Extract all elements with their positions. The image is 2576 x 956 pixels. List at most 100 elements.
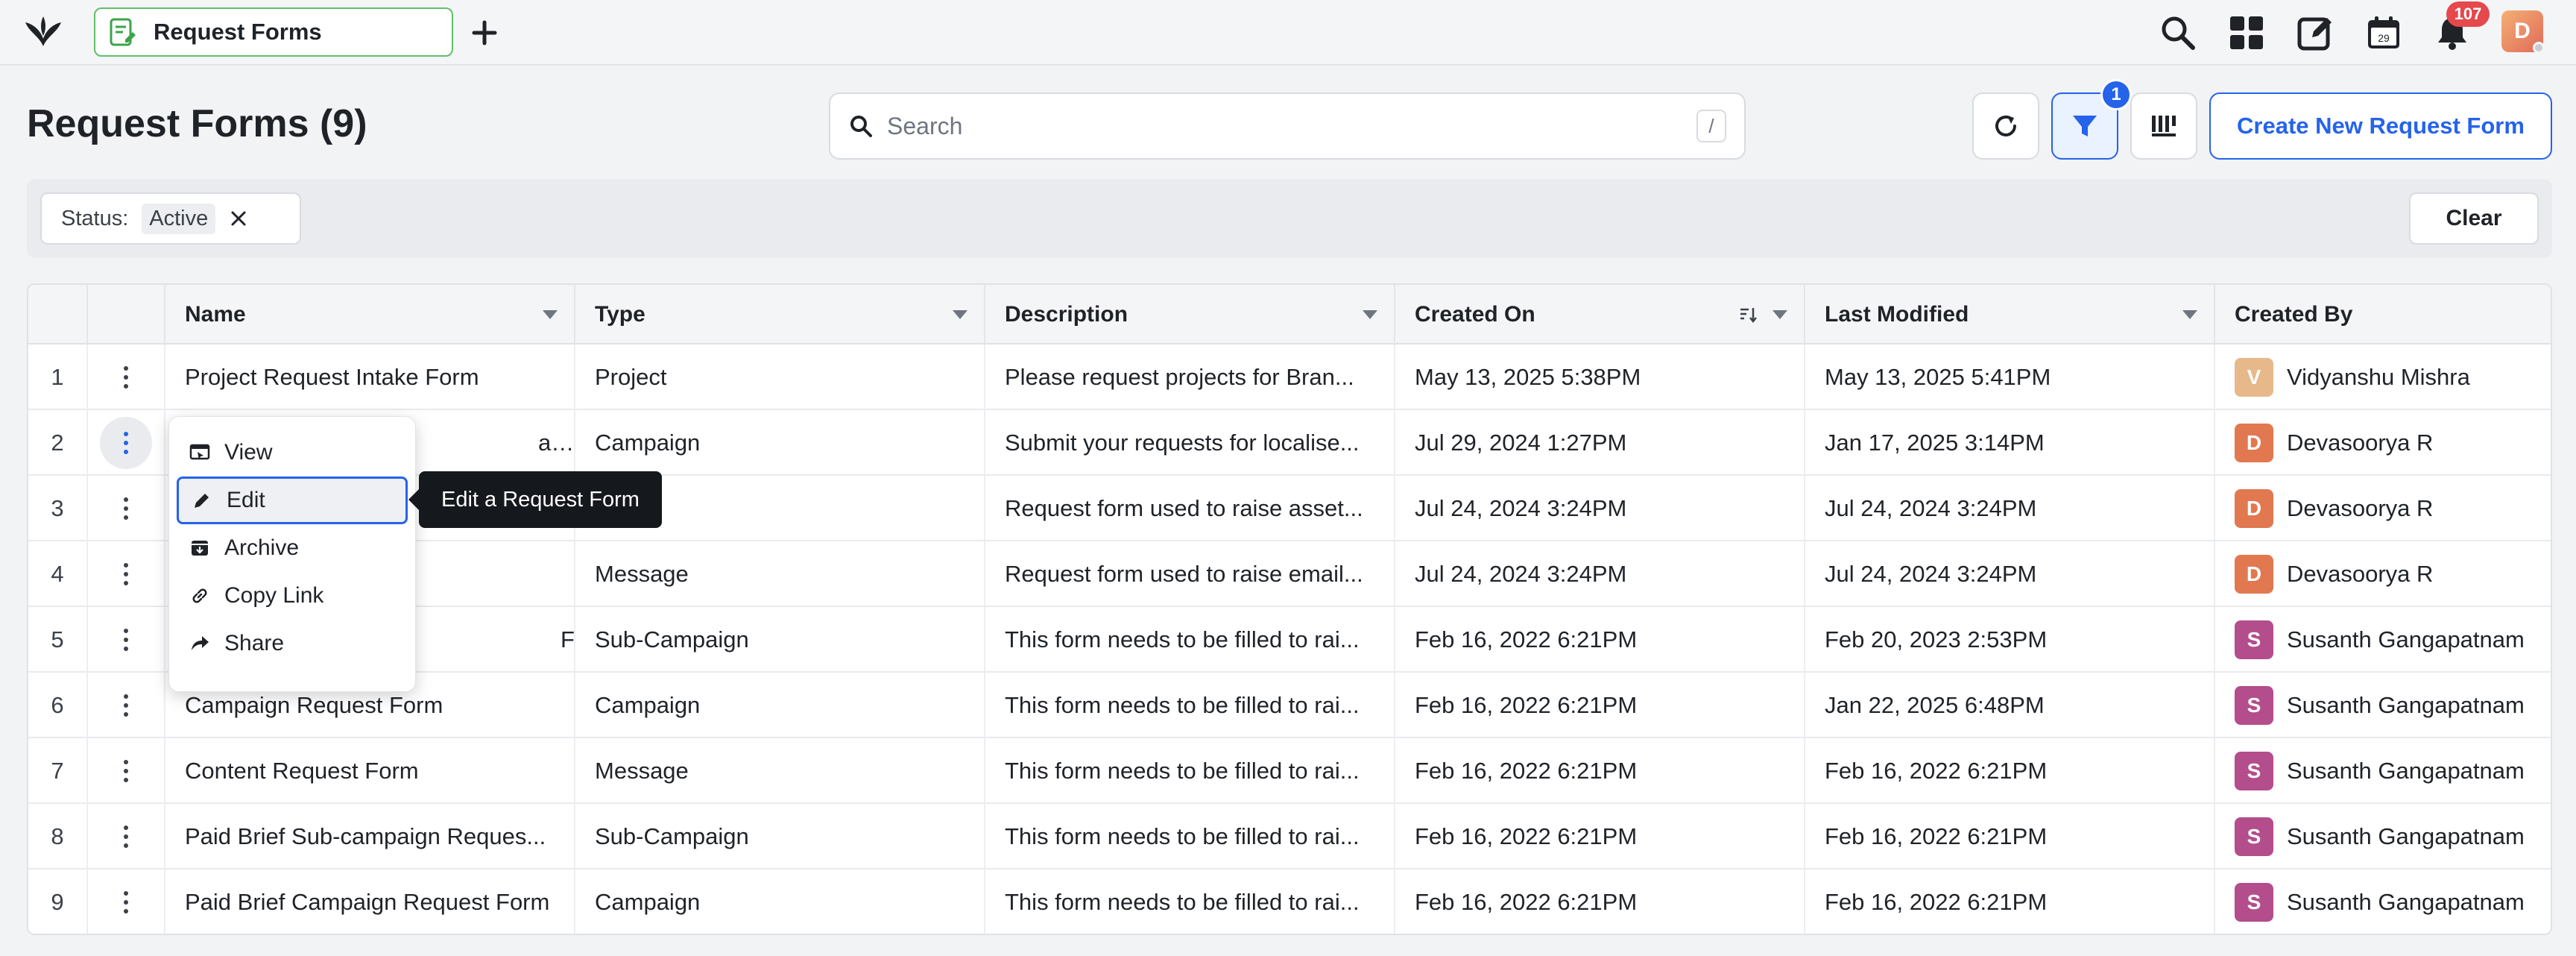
close-icon[interactable]: [229, 209, 248, 228]
cell-text: Feb 16, 2022 6:21PM: [1825, 889, 2048, 915]
cell-name: Paid Brief Campaign Request Form: [165, 869, 575, 934]
table-row[interactable]: 7 Content Request Form Message This form ne…: [28, 738, 2551, 804]
cell-text[interactable]: Content Request Form: [185, 758, 419, 784]
kebab-dot: [124, 900, 128, 905]
cell-num: 7: [28, 738, 88, 804]
table-row[interactable]: 1 Project Request Intake Form Project Pleas…: [28, 345, 2551, 410]
cell-text[interactable]: Project Request Intake Form: [185, 364, 479, 391]
cell-text[interactable]: ampaign: [538, 430, 574, 456]
search-icon[interactable]: [2159, 13, 2197, 52]
columns-button[interactable]: [2130, 92, 2197, 160]
kebab-dot: [124, 703, 128, 708]
menu-item-share[interactable]: Share: [177, 620, 408, 667]
kebab-menu-icon[interactable]: [111, 555, 141, 594]
cell-text[interactable]: Paid Brief Sub-campaign Reques...: [185, 823, 546, 850]
cell-created-by: S Susanth Gangapatnam: [2215, 673, 2551, 738]
search-input[interactable]: [887, 112, 1696, 140]
cell-created-on: Feb 16, 2022 6:21PM: [1395, 869, 1805, 934]
user-initial: D: [2514, 19, 2531, 43]
column-menu-icon[interactable]: [1363, 310, 1377, 319]
add-tab-icon[interactable]: [468, 16, 501, 49]
column-header-name[interactable]: Name: [165, 285, 575, 345]
cell-created-by: D Devasoorya R: [2215, 476, 2551, 541]
cell-description: This form needs to be filled to rai...: [985, 738, 1395, 804]
menu-item-label: Archive: [224, 535, 300, 560]
create-request-form-button[interactable]: Create New Request Form: [2209, 92, 2552, 160]
cell-text[interactable]: Form: [561, 626, 574, 653]
creator-name: Devasoorya R: [2287, 561, 2434, 587]
cell-text[interactable]: Paid Brief Campaign Request Form: [185, 889, 549, 916]
user-avatar[interactable]: D: [2501, 10, 2545, 54]
cell-created-on: Jul 29, 2024 1:27PM: [1395, 410, 1805, 476]
cell-text: Message: [595, 758, 689, 784]
app-logo-icon[interactable]: [22, 13, 64, 51]
cell-text: Request form used to raise asset...: [1005, 495, 1363, 521]
kebab-menu-icon[interactable]: [100, 417, 152, 469]
cell-text[interactable]: Campaign Request Form: [185, 692, 443, 719]
cell-description: This form needs to be filled to rai...: [985, 607, 1395, 673]
column-menu-icon[interactable]: [1772, 310, 1787, 319]
refresh-button[interactable]: [1972, 92, 2039, 160]
kebab-menu-icon[interactable]: [111, 358, 141, 397]
cell-num: 3: [28, 476, 88, 541]
kebab-dot: [124, 834, 128, 839]
column-header-type[interactable]: Type: [575, 285, 985, 345]
kebab-menu-icon[interactable]: [111, 489, 141, 528]
cell-created-on: Feb 16, 2022 6:21PM: [1395, 804, 1805, 869]
share-icon: [192, 636, 209, 650]
kebab-dot: [124, 647, 128, 651]
cell-num: 8: [28, 804, 88, 869]
column-header-description[interactable]: Description: [985, 285, 1395, 345]
cell-created-by: D Devasoorya R: [2215, 541, 2551, 607]
cell-num: 9: [28, 869, 88, 934]
columns-icon: [2152, 116, 2176, 136]
cell-description: This form needs to be filled to rai...: [985, 869, 1395, 934]
column-header-created-by[interactable]: Created By: [2215, 285, 2551, 345]
cell-text: May 13, 2025 5:38PM: [1415, 364, 1641, 390]
kebab-dot: [124, 712, 128, 717]
menu-item-copy-link[interactable]: Copy Link: [177, 572, 408, 620]
sort-descending-icon[interactable]: [1738, 305, 1758, 324]
cell-type: Campaign: [575, 869, 985, 934]
cell-text: Campaign: [595, 692, 701, 718]
menu-item-archive[interactable]: Archive: [177, 524, 408, 572]
kebab-menu-icon[interactable]: [111, 883, 141, 922]
cell-text: Jul 24, 2024 3:24PM: [1825, 561, 2037, 587]
cell-created-by: V Vidyanshu Mishra: [2215, 345, 2551, 410]
cell-last-modified: Jul 24, 2024 3:24PM: [1805, 541, 2215, 607]
search-box[interactable]: /: [829, 92, 1746, 160]
menu-item-edit[interactable]: Edit: [177, 477, 408, 524]
compose-icon[interactable]: [2296, 13, 2334, 52]
column-menu-icon[interactable]: [953, 310, 967, 319]
clear-filters-button[interactable]: Clear: [2409, 192, 2539, 245]
kebab-dot: [124, 384, 128, 389]
grid-apps-icon[interactable]: [2227, 13, 2266, 52]
column-menu-icon[interactable]: [2182, 310, 2197, 319]
column-header-last-modified[interactable]: Last Modified: [1805, 285, 2215, 345]
cell-text: Submit your requests for localise...: [1005, 430, 1360, 456]
creator-avatar: D: [2235, 424, 2273, 462]
table-row[interactable]: 8 Paid Brief Sub-campaign Reques... Sub-Ca…: [28, 804, 2551, 869]
kebab-dot: [124, 760, 128, 764]
kebab-menu-icon[interactable]: [111, 752, 141, 790]
kebab-dot: [124, 432, 128, 436]
cell-created-on: Feb 16, 2022 6:21PM: [1395, 738, 1805, 804]
refresh-icon: [1995, 115, 2016, 136]
pencil-icon: [195, 494, 209, 508]
kebab-menu-icon[interactable]: [111, 817, 141, 856]
cell-description: Please request projects for Bran...: [985, 345, 1395, 410]
calendar-icon[interactable]: 29: [2364, 13, 2403, 52]
cell-description: This form needs to be filled to rai...: [985, 673, 1395, 738]
menu-item-view[interactable]: View: [177, 429, 408, 477]
column-header-label: Created On: [1415, 302, 1535, 327]
column-menu-icon[interactable]: [543, 310, 558, 319]
kebab-menu-icon[interactable]: [111, 686, 141, 725]
kebab-menu-icon[interactable]: [111, 620, 141, 659]
cell-created-on: Feb 16, 2022 6:21PM: [1395, 607, 1805, 673]
cell-type: Campaign: [575, 410, 985, 476]
table-header: Name Type Description Created On Last Mo…: [28, 285, 2551, 345]
status-filter-chip[interactable]: Status: Active: [40, 192, 301, 245]
table-row[interactable]: 9 Paid Brief Campaign Request Form Campaig…: [28, 869, 2551, 934]
tab-request-forms[interactable]: Request Forms: [94, 7, 453, 57]
column-header-created-on[interactable]: Created On: [1395, 285, 1805, 345]
